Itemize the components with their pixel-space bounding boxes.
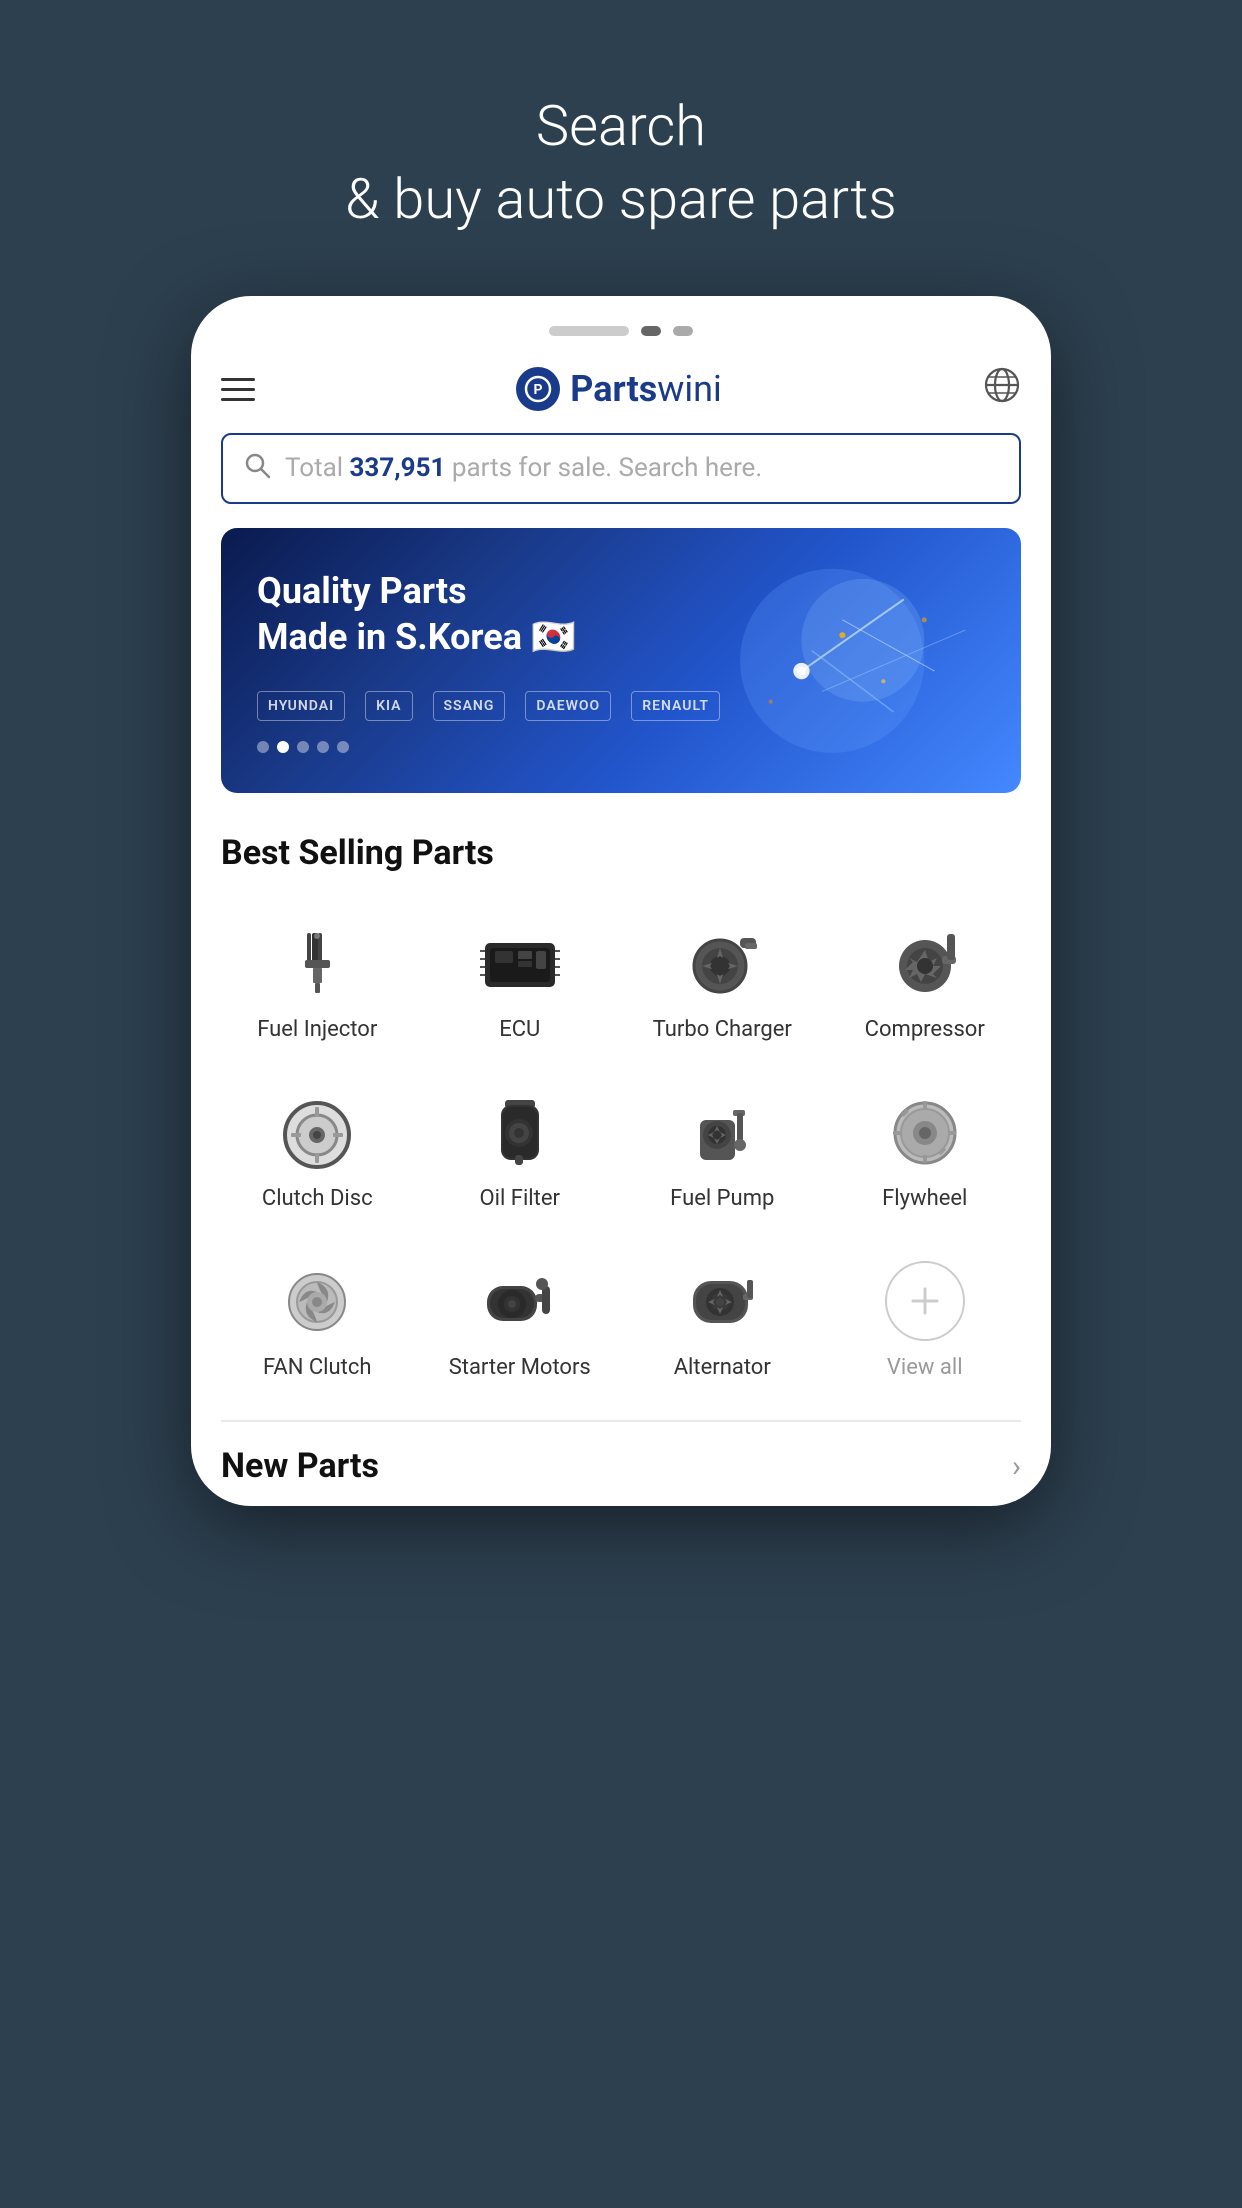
part-oil-filter[interactable]: Oil Filter xyxy=(424,1072,617,1231)
indicator-inactive xyxy=(549,326,629,336)
alternator-icon xyxy=(672,1261,772,1341)
banner-pagination xyxy=(257,741,985,753)
part-fan-clutch[interactable]: FAN Clutch xyxy=(221,1241,414,1400)
new-parts-section: New Parts › xyxy=(221,1446,1021,1506)
part-clutch-disc[interactable]: Clutch Disc xyxy=(221,1072,414,1231)
turbo-charger-label: Turbo Charger xyxy=(653,1017,792,1042)
hamburger-line1 xyxy=(221,378,255,381)
search-suffix: parts for sale. Search here. xyxy=(452,453,762,483)
fuel-injector-icon xyxy=(267,923,367,1003)
fan-clutch-label: FAN Clutch xyxy=(263,1355,371,1380)
search-icon xyxy=(243,451,271,486)
starter-motors-label: Starter Motors xyxy=(449,1355,591,1380)
search-bar[interactable]: Total 337,951 parts for sale. Search her… xyxy=(221,433,1021,504)
new-parts-title: New Parts xyxy=(221,1446,379,1486)
part-flywheel[interactable]: Flywheel xyxy=(829,1072,1022,1231)
section-divider xyxy=(221,1420,1021,1422)
search-placeholder: Total 337,951 parts for sale. Search her… xyxy=(285,453,762,483)
hamburger-line3 xyxy=(221,398,255,401)
brand-hyundai: HYUNDAI xyxy=(257,691,345,721)
new-parts-arrow[interactable]: › xyxy=(1012,1449,1021,1484)
view-all-button[interactable]: View all xyxy=(829,1241,1022,1400)
part-fuel-pump[interactable]: Fuel Pump xyxy=(626,1072,819,1231)
fuel-injector-label: Fuel Injector xyxy=(257,1017,377,1042)
oil-filter-icon xyxy=(470,1092,570,1172)
logo-icon: P xyxy=(516,367,560,411)
alternator-label: Alternator xyxy=(674,1355,771,1380)
clutch-disc-icon xyxy=(267,1092,367,1172)
banner-dot-1 xyxy=(257,741,269,753)
banner-content: Quality Parts Made in S.Korea 🇰🇷 HYUNDAI… xyxy=(257,568,985,754)
flywheel-label: Flywheel xyxy=(882,1186,967,1211)
banner-dot-3 xyxy=(297,741,309,753)
brand-renault: RENAULT xyxy=(631,691,720,721)
indicator-dot xyxy=(673,326,693,336)
part-fuel-injector[interactable]: Fuel Injector xyxy=(221,903,414,1062)
hero-line2: & buy auto spare parts xyxy=(345,163,897,236)
oil-filter-label: Oil Filter xyxy=(480,1186,560,1211)
clutch-disc-label: Clutch Disc xyxy=(262,1186,373,1211)
fuel-pump-label: Fuel Pump xyxy=(670,1186,774,1211)
compressor-label: Compressor xyxy=(865,1017,985,1042)
ecu-label: ECU xyxy=(499,1017,540,1042)
fuel-pump-icon xyxy=(672,1092,772,1172)
hamburger-menu[interactable] xyxy=(221,378,255,401)
banner-dot-4 xyxy=(317,741,329,753)
banner-dot-2 xyxy=(277,741,289,753)
app-logo: P Partswini xyxy=(516,367,721,411)
svg-text:P: P xyxy=(534,382,543,398)
logo-name: Partswini xyxy=(570,368,721,410)
best-selling-title: Best Selling Parts xyxy=(221,833,1021,873)
phone-mockup: P Partswini xyxy=(191,296,1051,1507)
brand-daewoo: DAEWOO xyxy=(525,691,611,721)
brand-kia: KIA xyxy=(365,691,412,721)
parts-grid: Fuel Injector xyxy=(221,903,1021,1400)
part-compressor[interactable]: Compressor xyxy=(829,903,1022,1062)
flywheel-icon xyxy=(875,1092,975,1172)
brand-ssangyong: SSANG xyxy=(433,691,506,721)
hero-line1: Search xyxy=(345,90,897,163)
app-header: P Partswini xyxy=(221,356,1021,433)
part-alternator[interactable]: Alternator xyxy=(626,1241,819,1400)
view-all-icon xyxy=(885,1261,965,1341)
hero-text: Search & buy auto spare parts xyxy=(345,90,897,236)
banner-dot-5 xyxy=(337,741,349,753)
fan-clutch-icon xyxy=(267,1261,367,1341)
promo-banner[interactable]: Quality Parts Made in S.Korea 🇰🇷 HYUNDAI… xyxy=(221,528,1021,794)
indicator-active xyxy=(641,326,661,336)
compressor-icon xyxy=(875,923,975,1003)
best-selling-section: Best Selling Parts xyxy=(221,833,1021,1400)
part-starter-motors[interactable]: Starter Motors xyxy=(424,1241,617,1400)
page-indicators xyxy=(191,326,1051,336)
language-icon[interactable] xyxy=(983,366,1021,413)
starter-motors-icon xyxy=(470,1261,570,1341)
brand-logos: HYUNDAI KIA SSANG DAEWOO RENAULT xyxy=(257,691,985,721)
part-ecu[interactable]: ECU xyxy=(424,903,617,1062)
view-all-label: View all xyxy=(887,1355,963,1380)
turbo-charger-icon xyxy=(672,923,772,1003)
ecu-icon xyxy=(470,923,570,1003)
banner-title: Quality Parts Made in S.Korea 🇰🇷 xyxy=(257,568,985,662)
hamburger-line2 xyxy=(221,388,255,391)
part-turbo-charger[interactable]: Turbo Charger xyxy=(626,903,819,1062)
